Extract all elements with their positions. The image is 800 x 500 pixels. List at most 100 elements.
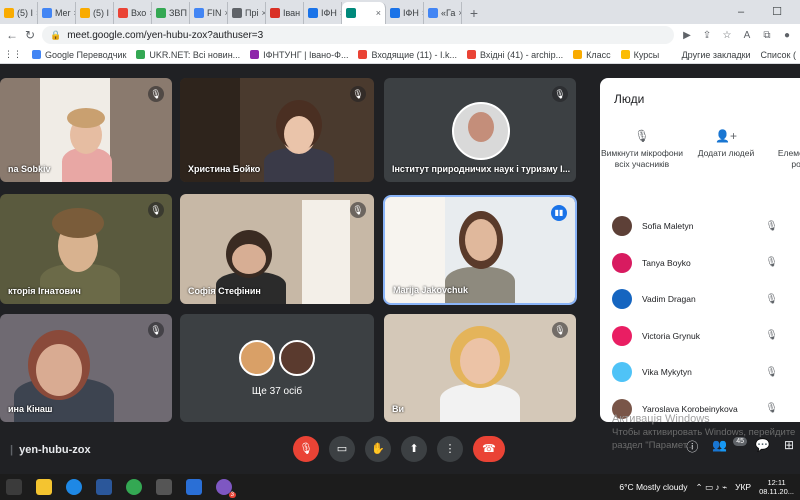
participant-row[interactable]: Vadim Dragan 🎙 [612,281,800,318]
share-icon[interactable]: ⇪ [700,30,714,41]
clock[interactable]: 12:11 08.11.20... [759,478,794,496]
mic-off-icon: 🎙 [552,322,568,338]
raise-hand-button[interactable]: ✋ [365,436,391,462]
mic-off-icon[interactable]: 🎙 [765,330,778,341]
video-tile-active-speaker[interactable]: Marija Jakovchuk ▮▮ [383,195,577,305]
viber-icon[interactable]: 3 [216,479,236,498]
tab-favicon-icon [390,8,400,18]
chrome-icon[interactable] [126,479,142,495]
participant-name: Vika Mykytyn [642,367,692,378]
participant-row[interactable]: Victoria Grynuk 🎙 [612,318,800,355]
browser-tab[interactable]: FIN× [190,2,228,24]
bookmark-item[interactable]: Google Переводчик [32,50,126,60]
video-tile[interactable]: na Sobkiv 🎙 [0,78,172,182]
mic-off-icon[interactable]: 🎙 [765,257,778,268]
reload-icon[interactable]: ↻ [24,28,36,42]
maximize-button[interactable]: ☐ [762,0,792,24]
mic-off-icon: 🎙 [350,86,366,102]
browser-tab[interactable]: ЗВП× [152,2,190,24]
participant-name: Victoria Grynuk [642,330,700,341]
tab-label: ЗВП [169,8,187,18]
system-tray: 6°C Mostly cloudy ⌃ ▭ ♪ ⌁ УКР 12:11 08.1… [619,478,794,496]
video-tile[interactable]: Інститут природничих наук і туризму І...… [384,78,576,182]
leave-call-button[interactable]: ☎ [473,436,505,462]
participant-row[interactable]: Tanya Boyko 🎙 [612,245,800,282]
video-tile[interactable]: ина Кінаш 🎙 [0,314,172,422]
participant-list: Sofia Maletyn 🎙 Tanya Boyko 🎙 Vadim Dragan 🎙 V… [612,208,800,422]
bookmark-item[interactable]: ІФНТУНГ | Івано-Ф... [250,50,348,60]
minimize-button[interactable]: ‒ [726,0,756,24]
video-tile[interactable]: кторія Ігнатович 🎙 [0,194,172,304]
action-label: Елемен керуван розміщен [777,148,800,170]
profile-icon[interactable]: ● [780,30,794,41]
new-tab-button[interactable]: + [462,2,486,24]
star-icon[interactable]: ☆ [720,30,734,41]
browser-tab[interactable]: ІФН× [304,2,342,24]
browser-tab[interactable]: (5) I× [76,2,114,24]
word-icon[interactable] [96,479,112,495]
mic-off-icon: 🎙 [552,86,568,102]
browser-tab[interactable]: (5) I× [0,2,38,24]
reading-list[interactable]: Список ( [761,50,796,60]
add-person-icon: 👤+ [715,129,737,143]
participant-name: Інститут природничих наук і туризму І... [392,164,571,174]
bookmark-item[interactable]: Входящие (11) - I.k... [358,50,457,60]
add-people-button[interactable]: 👤+ Додати людей [684,128,768,171]
apps-icon[interactable]: ⋮⋮ [4,49,22,60]
tab-label: Іван [283,8,301,18]
bookmark-label: Класс [586,49,611,60]
mic-off-icon[interactable]: 🎙 [765,221,778,232]
edge-icon[interactable] [66,479,82,495]
browser-tab[interactable]: Mer× [38,2,76,24]
browser-tab[interactable]: Іван× [266,2,304,24]
bookmark-item[interactable]: Вхідні (41) - archip... [466,49,564,60]
mic-toggle-button[interactable]: 🎙 [293,436,319,462]
browser-tab[interactable]: ІФН× [386,2,424,24]
mute-all-button[interactable]: 🎙 Вимкнути мікрофони всіх учасників [600,128,684,171]
camera-indicator-icon[interactable]: ▶ [680,30,694,41]
present-button[interactable]: ⬆ [401,436,427,462]
browser-tab[interactable]: × [342,2,386,24]
video-tile[interactable]: Софія Стефінин 🎙 [180,194,374,304]
bookmark-label: UKR.NET: Всі новин... [149,49,241,60]
tab-label: Mer [55,8,71,18]
participant-row[interactable]: Sofia Maletyn 🎙 [612,208,800,245]
language-indicator[interactable]: УКР [735,482,751,492]
url-input[interactable]: 🔒 meet.google.com/yen-hubu-zox?authuser=… [42,26,674,44]
file-explorer-icon[interactable] [36,479,52,495]
taskview-icon[interactable] [6,479,22,495]
more-options-button[interactable]: ⋮ [437,436,463,462]
tray-icons[interactable]: ⌃ ▭ ♪ ⌁ [695,482,727,493]
tab-close-icon[interactable]: × [376,8,381,18]
bookmark-label: Курсы [633,49,660,60]
browser-tab[interactable]: Вхо× [114,2,152,24]
video-tile[interactable]: Христина Бойко 🎙 [180,78,374,182]
browser-tab[interactable]: «Га× [424,2,462,24]
lock-icon: 🔒 [50,29,62,40]
weather-widget[interactable]: 6°C Mostly cloudy [619,482,687,492]
puzzle-icon[interactable]: ⧉ [760,30,774,41]
watermark-line: раздел "Парамет... [612,439,695,451]
clock-time: 12:11 [767,478,786,487]
host-controls-button[interactable]: ⚙ Елемен керуван розміщен [768,128,800,171]
back-icon[interactable]: ← [6,28,18,42]
extension-icon[interactable]: A [740,30,754,41]
save-icon[interactable] [186,479,202,495]
participant-avatar [239,339,275,376]
participant-row[interactable]: Vika Mykytyn 🎙 [612,354,800,391]
participant-name: Marija Jakovchuk [393,285,469,295]
bookmark-item[interactable]: UKR.NET: Всі новин... [136,50,240,60]
bookmark-favicon-icon [573,50,583,59]
calculator-icon[interactable] [156,479,172,495]
mic-off-icon[interactable]: 🎙 [765,294,778,305]
video-tile-self[interactable]: Ви 🎙 [384,314,576,422]
bookmark-item[interactable]: Курсы [620,49,660,60]
bookmark-label: ІФНТУНГ | Івано-Ф... [263,49,349,60]
mic-off-icon[interactable]: 🎙 [765,367,778,378]
more-participants-tile[interactable]: Ще 37 осіб [180,314,374,422]
bookmark-label: Вхідні (41) - archip... [479,49,564,60]
bookmark-item[interactable]: Класс [573,50,611,60]
other-bookmarks[interactable]: Другие закладки [682,50,751,60]
browser-tab[interactable]: Прі× [228,2,266,24]
camera-toggle-button[interactable]: ▭ [329,436,355,462]
